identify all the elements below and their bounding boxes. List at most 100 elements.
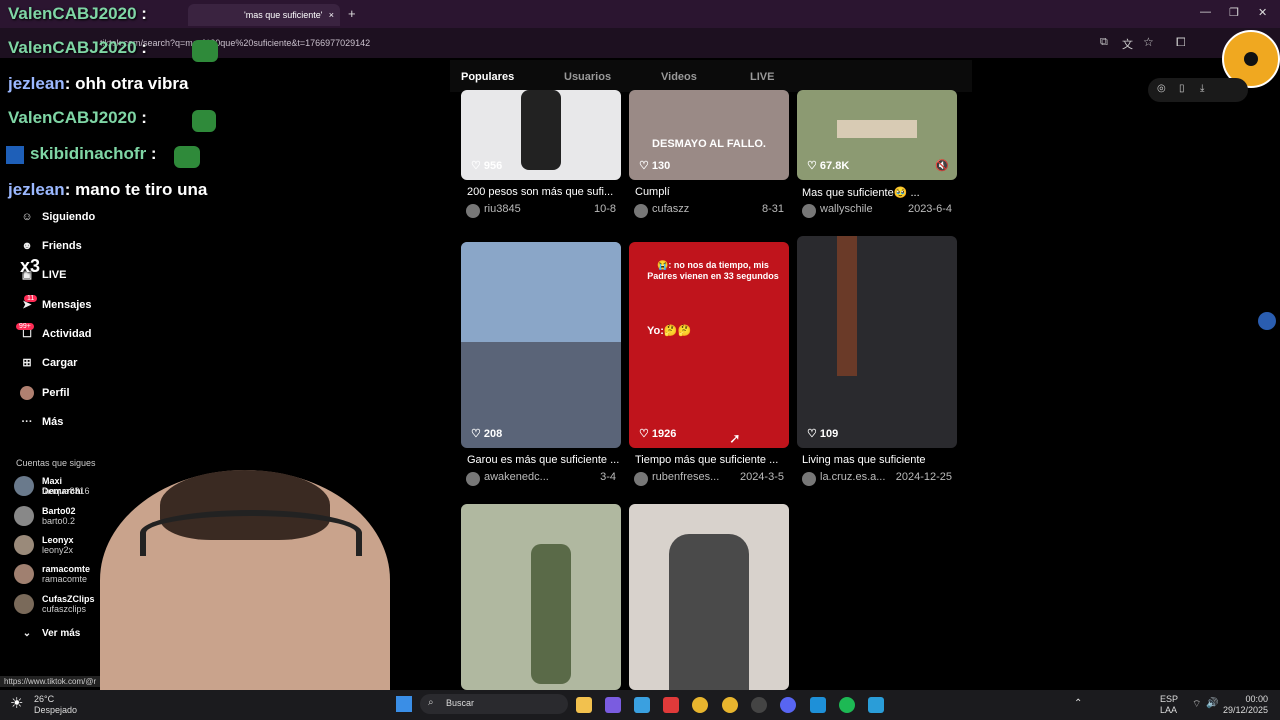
video-title[interactable]: Garou es más que suficiente ... xyxy=(467,454,619,466)
floating-toolbar: ◎ ▯ ⤓ xyxy=(1148,78,1248,102)
language[interactable]: ESP xyxy=(1160,694,1178,704)
sidebar-item-upload[interactable]: ⊞ Cargar xyxy=(18,355,77,371)
taskbar-search[interactable]: ⌕ Buscar xyxy=(420,694,568,714)
likes-count: ♡ 109 xyxy=(807,428,839,440)
restore-icon[interactable]: ❐ xyxy=(1229,6,1239,19)
weather-desc: Despejado xyxy=(34,705,78,715)
chat-message: jezlean: mano te tiro una xyxy=(8,180,208,199)
sidebar-item-following[interactable]: ☺ Siguiendo xyxy=(18,209,95,225)
chrome-icon[interactable] xyxy=(722,697,738,713)
avatar-eye xyxy=(1244,52,1258,66)
tab-videos[interactable]: Videos xyxy=(661,71,697,83)
obs-icon[interactable] xyxy=(751,697,767,713)
tab-close-icon[interactable]: × xyxy=(329,4,334,26)
mute-icon[interactable]: 🔇 xyxy=(935,159,949,172)
sidebar-item-friends[interactable]: ☻ Friends xyxy=(18,238,82,254)
video-thumbnail[interactable] xyxy=(629,504,789,690)
avatar xyxy=(802,204,816,218)
tab-usuarios[interactable]: Usuarios xyxy=(564,71,611,83)
windows-start-icon[interactable] xyxy=(396,696,412,712)
friends-icon: ☻ xyxy=(21,240,33,252)
search-icon: ⌕ xyxy=(428,697,434,708)
avatar xyxy=(634,204,648,218)
likes-count: ♡ 956 xyxy=(471,160,503,172)
avatar xyxy=(14,564,34,584)
chrome-icon[interactable] xyxy=(692,697,708,713)
app-icon[interactable] xyxy=(605,697,621,713)
avatar xyxy=(466,472,480,486)
wifi-icon[interactable]: ⌔ xyxy=(1192,698,1201,711)
video-meta: la.cruz.es.a... 2024-12-25 xyxy=(802,471,952,486)
notepad-icon[interactable] xyxy=(868,697,884,713)
avatar xyxy=(14,594,34,614)
video-thumbnail[interactable] xyxy=(797,236,957,448)
weather-icon[interactable]: ☀ xyxy=(10,694,23,712)
pepe-emote xyxy=(192,110,216,132)
url-field[interactable]: tiktok.com/search?q=mas%20que%20suficien… xyxy=(100,34,1080,52)
browser-tab[interactable]: 'mas que suficiente' × xyxy=(188,4,340,26)
chevron-up-icon[interactable]: ⌃ xyxy=(1074,698,1082,709)
download-icon[interactable]: ⤓ xyxy=(1200,83,1204,94)
likes-count: ♡ 67.8K xyxy=(807,160,850,172)
chat-message: jezlean: ohh otra vibra xyxy=(8,74,189,93)
sidebar-item-more[interactable]: ··· Más xyxy=(18,414,64,430)
avatar xyxy=(14,476,34,496)
new-tab-button[interactable]: + xyxy=(348,6,356,21)
chat-message: ValenCABJ2020 : xyxy=(8,108,147,127)
install-icon[interactable]: ⧉ xyxy=(1100,36,1108,49)
discord-icon[interactable] xyxy=(780,697,796,713)
mouse-cursor-icon: ➚ xyxy=(729,430,741,446)
chat-message: ValenCABJ2020 : xyxy=(8,38,147,57)
user-badge-icon xyxy=(6,146,24,164)
bookmark-star-icon[interactable]: ☆ xyxy=(1143,35,1154,49)
search-tabs xyxy=(450,60,972,92)
app-icon[interactable] xyxy=(810,697,826,713)
cartoon-figure xyxy=(521,90,561,170)
video-title[interactable]: Cumplí xyxy=(635,186,670,198)
video-overlay-text: DESMAYO AL FALLO. xyxy=(652,138,766,150)
video-thumbnail[interactable]: 😭: no nos da tiempo, mis Padres vienen e… xyxy=(629,242,789,448)
chat-message: skibidinachofr : xyxy=(30,144,157,163)
store-icon[interactable] xyxy=(634,697,650,713)
clock-date: 29/12/2025 xyxy=(1222,705,1268,715)
status-url: https://www.tiktok.com/@r xyxy=(0,676,101,687)
device-icon[interactable]: ▯ xyxy=(1179,83,1185,94)
video-thumbnail[interactable] xyxy=(461,504,621,690)
extensions-icon[interactable]: ⧠ xyxy=(1176,35,1186,50)
side-mic-icon[interactable] xyxy=(1258,312,1276,330)
sidebar-item-profile[interactable]: Perfil xyxy=(18,385,70,401)
video-title[interactable]: Tiempo más que suficiente ... xyxy=(635,454,778,466)
cartoon-figure xyxy=(531,544,571,684)
region[interactable]: LAA xyxy=(1160,705,1177,715)
tab-live[interactable]: LIVE xyxy=(750,71,774,83)
avatar xyxy=(14,506,34,526)
video-meta: awakenedc... 3-4 xyxy=(466,471,616,486)
avatar xyxy=(466,204,480,218)
close-window-icon[interactable]: ✕ xyxy=(1258,6,1267,19)
anime-art xyxy=(461,242,621,342)
avatar xyxy=(802,472,816,486)
video-title[interactable]: 200 pesos son más que sufi... xyxy=(467,186,613,198)
video-title[interactable]: Living mas que suficiente xyxy=(802,454,926,466)
video-title[interactable]: Mas que suficiente🥹 ... xyxy=(802,186,920,199)
file-explorer-icon[interactable] xyxy=(576,697,592,713)
video-thumbnail[interactable] xyxy=(461,242,621,448)
spotify-icon[interactable] xyxy=(839,697,855,713)
volume-icon[interactable]: 🔊 xyxy=(1206,698,1218,709)
minimize-icon[interactable]: — xyxy=(1200,6,1211,18)
following-title: Cuentas que sigues xyxy=(16,458,96,468)
pepe-emote xyxy=(174,146,200,168)
tab-populares[interactable]: Populares xyxy=(461,71,514,83)
tiktok-logo-icon[interactable]: ◎ xyxy=(1157,83,1166,94)
see-more-button[interactable]: ⌄ Ver más xyxy=(18,626,81,642)
video-meta: riu3845 10-8 xyxy=(466,203,616,218)
app-icon[interactable] xyxy=(663,697,679,713)
activity-badge: 99+ xyxy=(16,323,34,330)
more-icon: ··· xyxy=(21,416,33,428)
translate-icon[interactable]: 文 xyxy=(1122,36,1133,52)
upload-icon: ⊞ xyxy=(22,357,32,369)
messages-badge: 11 xyxy=(24,295,38,302)
cross-shape xyxy=(837,236,857,376)
pepe-emote xyxy=(192,40,218,62)
clock-time: 00:00 xyxy=(1245,694,1268,704)
